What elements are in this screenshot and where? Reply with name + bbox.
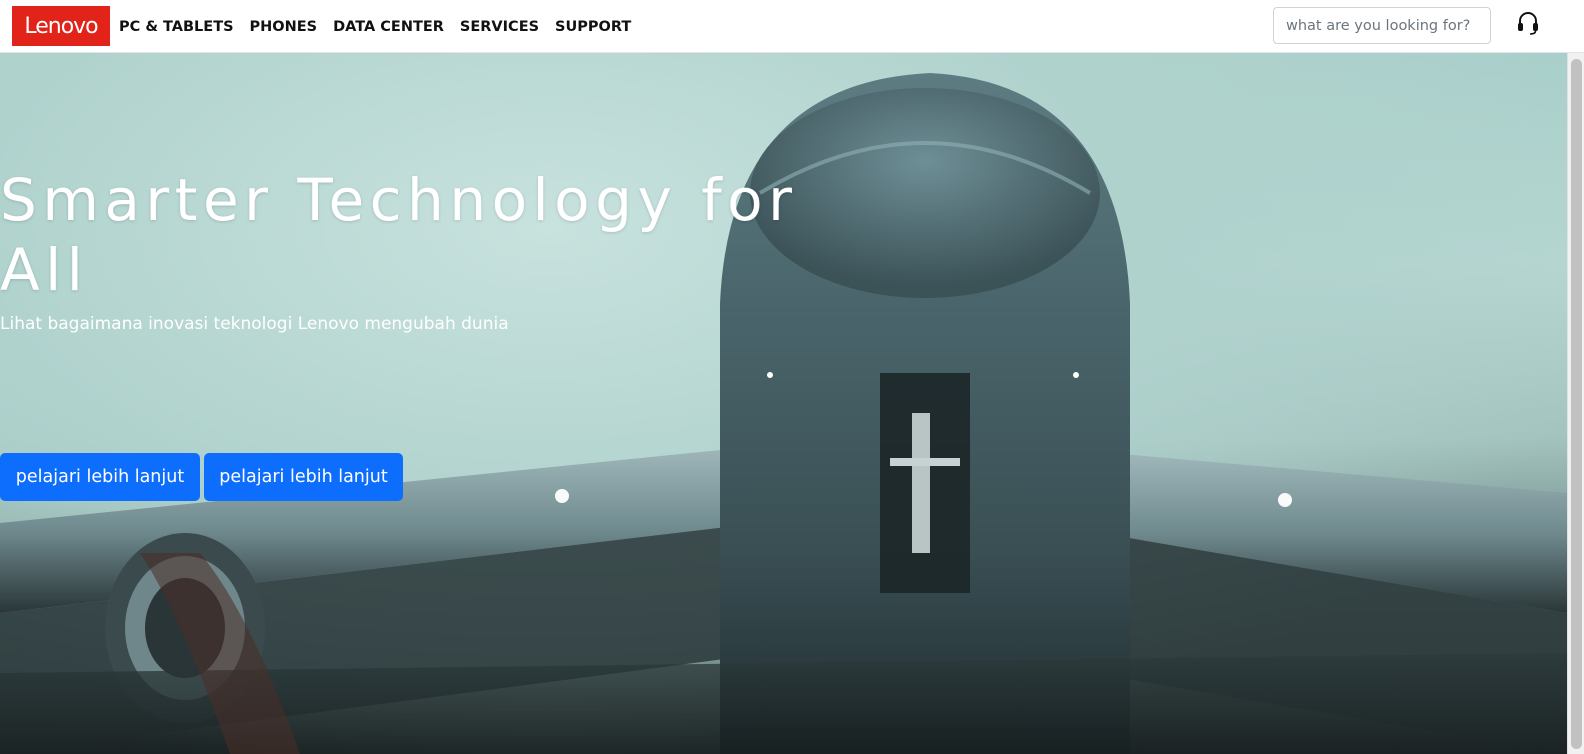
nav-item-data-center[interactable]: DATA CENTER [333, 19, 444, 35]
learn-more-button-2[interactable]: pelajari lebih lanjut [204, 453, 403, 501]
learn-more-button-1[interactable]: pelajari lebih lanjut [0, 453, 200, 501]
nav-item-pc-tablets[interactable]: PC & TABLETS [119, 19, 234, 35]
hero-banner: Smarter Technology for All Lihat bagaima… [0, 53, 1567, 754]
headset-icon[interactable] [1514, 9, 1542, 37]
hero-subtitle: Lihat bagaimana inovasi teknologi Lenovo… [0, 314, 509, 334]
hero-title: Smarter Technology for All [0, 166, 798, 304]
lenovo-logo[interactable]: Lenovo [12, 6, 110, 46]
search-input[interactable] [1273, 7, 1491, 44]
top-navbar: Lenovo PC & TABLETS PHONES DATA CENTER S… [0, 0, 1584, 53]
nav-item-phones[interactable]: PHONES [250, 19, 318, 35]
nav-item-services[interactable]: SERVICES [460, 19, 539, 35]
nav-item-support[interactable]: SUPPORT [555, 19, 631, 35]
main-nav: PC & TABLETS PHONES DATA CENTER SERVICES… [119, 0, 647, 53]
airplane-background-image [0, 73, 1567, 754]
page-scrollbar[interactable] [1567, 53, 1584, 754]
scrollbar-thumb[interactable] [1571, 59, 1582, 749]
